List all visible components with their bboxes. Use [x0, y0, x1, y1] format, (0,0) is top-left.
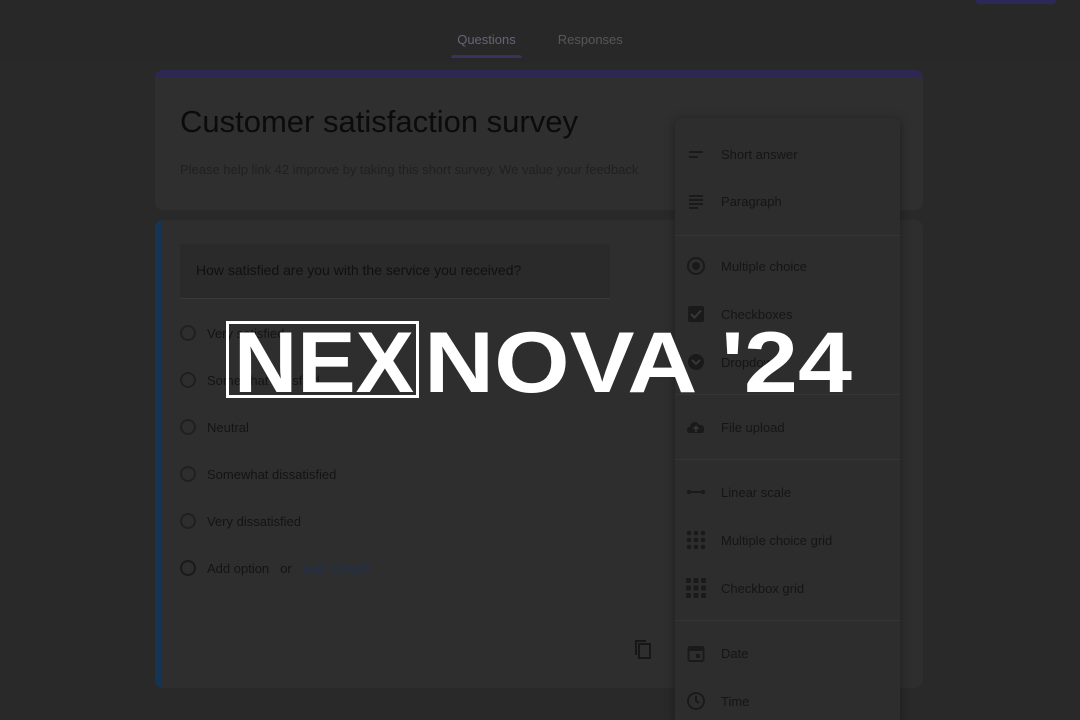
menu-item-label: File upload: [721, 419, 785, 435]
menu-item-label: Checkbox grid: [721, 580, 805, 596]
menu-item-date[interactable]: Date: [685, 635, 890, 671]
radio-icon: [180, 372, 196, 388]
form-accent-strip: [155, 70, 923, 78]
linear-scale-icon: [685, 481, 707, 503]
short-answer-icon: [685, 143, 707, 165]
add-option-row: Add option or add "Other": [180, 556, 370, 580]
menu-item-multiple-choice-grid[interactable]: Multiple choice grid: [685, 522, 890, 558]
svg-text:NOVA '24: NOVA '24: [424, 315, 852, 404]
or-label: or: [280, 560, 292, 576]
add-other-link[interactable]: add "Other": [303, 561, 370, 576]
radio-icon: [180, 325, 196, 341]
menu-item-multiple-choice[interactable]: Multiple choice: [685, 248, 890, 284]
add-option-link[interactable]: Add option: [207, 561, 269, 576]
menu-item-label: Paragraph: [721, 193, 782, 209]
form-title[interactable]: Customer satisfaction survey: [180, 104, 578, 140]
menu-item-label: Multiple choice: [721, 258, 807, 274]
form-description[interactable]: Please help link 42 improve by taking th…: [180, 162, 675, 177]
tab-responses[interactable]: Responses: [552, 30, 629, 60]
menu-item-label: Date: [721, 645, 749, 661]
menu-item-linear-scale[interactable]: Linear scale: [685, 474, 890, 510]
menu-item-label: Short answer: [721, 146, 798, 162]
radio-icon: [180, 419, 196, 435]
paragraph-icon: [685, 190, 707, 212]
option-row[interactable]: Very dissatisfied: [180, 509, 301, 533]
menu-item-file-upload[interactable]: File upload: [685, 409, 890, 445]
checkbox-grid-icon: [685, 577, 707, 599]
menu-item-label: Linear scale: [721, 484, 792, 500]
question-type-menu: Short answer Paragraph Multiple choice C…: [675, 118, 900, 720]
option-row[interactable]: Somewhat dissatisfied: [180, 462, 336, 486]
cloud-upload-icon: [685, 416, 707, 438]
brand-logo: NEX NOVA '24: [226, 315, 852, 404]
question-text: How satisfied are you with the service y…: [196, 262, 522, 278]
top-bar: Questions Responses: [0, 0, 1080, 62]
radio-icon: [180, 513, 196, 529]
tab-bar: Questions Responses: [0, 30, 1080, 60]
radio-icon: [180, 466, 196, 482]
menu-divider: [675, 235, 900, 236]
svg-text:NEX: NEX: [234, 315, 414, 404]
radio-icon: [180, 560, 196, 576]
grid-icon: [685, 529, 707, 551]
option-label[interactable]: Somewhat dissatisfied: [207, 467, 336, 482]
option-label[interactable]: Neutral: [207, 420, 249, 435]
menu-divider: [675, 620, 900, 621]
option-label[interactable]: Very dissatisfied: [207, 514, 301, 529]
radio-icon: [685, 255, 707, 277]
menu-divider: [675, 459, 900, 460]
calendar-icon: [685, 642, 707, 664]
option-row[interactable]: Neutral: [180, 415, 249, 439]
menu-item-time[interactable]: Time: [685, 683, 890, 719]
menu-item-short-answer[interactable]: Short answer: [685, 136, 890, 172]
menu-item-checkbox-grid[interactable]: Checkbox grid: [685, 570, 890, 606]
tab-questions[interactable]: Questions: [451, 30, 522, 60]
active-question-indicator: [155, 220, 161, 688]
menu-item-paragraph[interactable]: Paragraph: [685, 183, 890, 219]
duplicate-icon[interactable]: [631, 638, 655, 662]
clock-icon: [685, 690, 707, 712]
menu-item-label: Time: [721, 693, 750, 709]
send-button[interactable]: [976, 0, 1056, 4]
question-input[interactable]: How satisfied are you with the service y…: [180, 244, 610, 299]
menu-item-label: Multiple choice grid: [721, 532, 833, 548]
